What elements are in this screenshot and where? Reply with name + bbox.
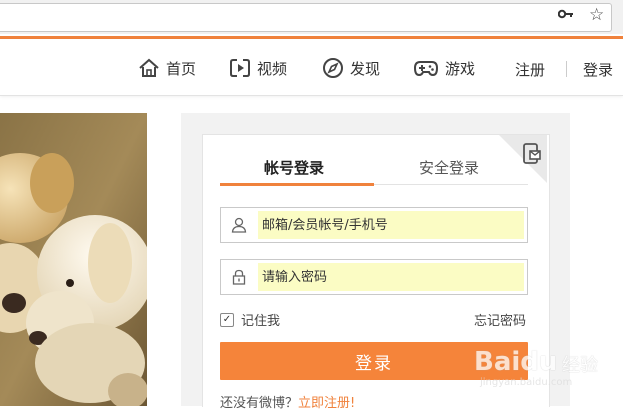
username-field xyxy=(220,207,528,243)
active-tab-indicator xyxy=(220,183,374,186)
nav-label-home: 首页 xyxy=(166,59,197,78)
top-navigation: 首页 视频 发现 游戏 注册 登录 xyxy=(0,39,623,96)
user-icon xyxy=(221,208,257,242)
password-field xyxy=(220,259,528,295)
tab-account-login[interactable]: 帐号登录 xyxy=(264,157,324,178)
register-link[interactable]: 注册 xyxy=(515,59,545,80)
forgot-password-link[interactable]: 忘记密码 xyxy=(474,310,526,329)
nav-divider xyxy=(566,61,567,77)
nav-item-games[interactable]: 游戏 xyxy=(413,57,475,79)
star-icon[interactable]: ☆ xyxy=(589,5,604,25)
device-switch-icon[interactable] xyxy=(522,142,542,170)
nav-label-discover: 发现 xyxy=(350,59,381,78)
signup-prompt-text: 还没有微博？ xyxy=(220,396,299,411)
login-link[interactable]: 登录 xyxy=(583,59,613,80)
lock-icon xyxy=(221,260,257,294)
tab-secure-login[interactable]: 安全登录 xyxy=(419,157,479,178)
signup-prompt: 还没有微博？立即注册! xyxy=(220,392,355,411)
nav-item-discover[interactable]: 发现 xyxy=(322,57,380,79)
key-icon[interactable] xyxy=(557,8,574,24)
username-input[interactable] xyxy=(258,211,524,239)
video-play-icon xyxy=(230,59,250,77)
login-submit-button[interactable]: 登录 xyxy=(220,342,528,380)
nav-item-home[interactable]: 首页 xyxy=(138,57,196,79)
compass-icon xyxy=(323,58,343,78)
signup-link[interactable]: 立即注册! xyxy=(298,396,355,411)
puppies-photo xyxy=(0,113,147,406)
nav-item-video[interactable]: 视频 xyxy=(229,57,287,79)
home-icon xyxy=(139,58,159,77)
remember-me: ✓ 记住我 xyxy=(220,310,280,329)
remember-me-label: 记住我 xyxy=(241,314,281,329)
password-input[interactable] xyxy=(258,263,524,291)
nav-label-games: 游戏 xyxy=(445,59,476,78)
gamepad-icon xyxy=(413,61,439,77)
remember-me-checkbox[interactable]: ✓ xyxy=(220,312,234,327)
nav-label-video: 视频 xyxy=(257,59,288,78)
url-input[interactable] xyxy=(0,3,612,32)
browser-address-bar: ☆ xyxy=(0,0,623,34)
